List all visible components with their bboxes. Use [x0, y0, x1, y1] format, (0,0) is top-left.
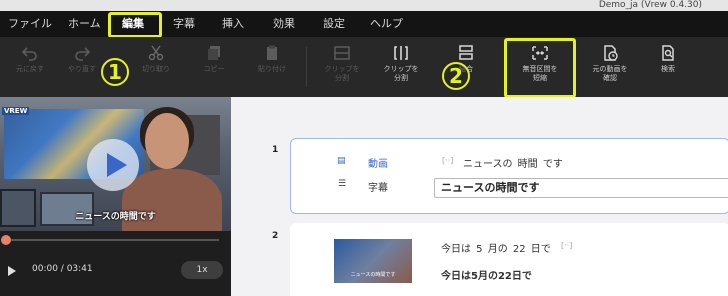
- clip-number: 2: [272, 231, 279, 241]
- seek-handle[interactable]: [1, 235, 11, 245]
- copy-icon: [208, 46, 220, 60]
- paste-label: 貼り付け: [258, 65, 286, 73]
- undo-label: 元に戻す: [16, 65, 44, 73]
- title-bar: Demo_ja (Vrew 0.4.30): [0, 0, 728, 11]
- redo-icon: [75, 47, 91, 61]
- playback-speed-button[interactable]: 1x: [181, 261, 223, 279]
- menu-help[interactable]: ヘルプ: [370, 11, 403, 37]
- play-overlay-button[interactable]: [87, 139, 139, 191]
- callout-one: 1: [101, 58, 129, 86]
- search-label: 検索: [661, 65, 675, 73]
- silence-marker[interactable]: [··]: [442, 156, 453, 165]
- text-lines-icon: ☰: [338, 179, 347, 189]
- clip-list: 1 ▤ 動画 [··] ニュースの 時間 です ☰ 字幕 ニュースの時間です 2…: [231, 97, 728, 296]
- split-clip-label: クリップを 分割: [383, 65, 419, 82]
- merge-icon: [459, 45, 473, 60]
- player-panel: VREW ニュースの時間です 00:00 / 03:41 1x: [0, 97, 231, 296]
- cut-button[interactable]: 切り取り: [126, 44, 186, 74]
- edit-menu-highlight: [108, 12, 162, 38]
- toolbar-divider: [306, 47, 307, 87]
- vrew-watermark: VREW: [2, 107, 30, 115]
- clip-thumbnail[interactable]: ニュースの時間です: [334, 239, 412, 283]
- callout-two: 2: [442, 62, 470, 90]
- split-icon: [334, 46, 350, 60]
- window-title: Demo_ja (Vrew 0.4.30): [598, 0, 702, 10]
- clip-card[interactable]: ニュースの時間です 今日は 5 月の 22 日で [··] 今日は5月の22日で: [290, 223, 728, 296]
- split-clip-disabled-button[interactable]: クリップを 分割: [312, 44, 372, 83]
- video-preview[interactable]: VREW ニュースの時間です: [0, 97, 231, 231]
- cut-label: 切り取り: [142, 65, 170, 73]
- paste-icon: [267, 45, 277, 60]
- subtitle-row-label: 字幕: [368, 183, 388, 194]
- film-icon: ▤: [337, 156, 346, 166]
- clip-words[interactable]: 今日は 5 月の 22 日で: [441, 240, 551, 255]
- clip-words[interactable]: ニュースの 時間 です: [463, 155, 563, 170]
- timecode: 00:00 / 03:41: [32, 264, 93, 274]
- scissors-icon: [148, 45, 164, 61]
- menu-effects[interactable]: 効果: [273, 11, 295, 37]
- search-icon: [662, 45, 674, 61]
- video-row-label: 動画: [368, 159, 388, 170]
- seek-bar[interactable]: [6, 239, 219, 241]
- play-icon[interactable]: [8, 266, 16, 276]
- paste-button[interactable]: 貼り付け: [242, 44, 302, 74]
- menu-home[interactable]: ホーム: [68, 11, 101, 37]
- original-video-label: 元の動画を 確認: [592, 65, 628, 82]
- clip-card[interactable]: ▤ 動画 [··] ニュースの 時間 です ☰ 字幕 ニュースの時間です: [290, 138, 728, 214]
- video-subtitle: ニュースの時間です: [75, 212, 156, 222]
- subtitle-input[interactable]: ニュースの時間です: [434, 178, 728, 198]
- silence-marker[interactable]: [··]: [561, 241, 572, 250]
- play-icon: [107, 153, 127, 177]
- copy-label: コピー: [203, 65, 225, 73]
- split-clip-disabled-label: クリップを 分割: [324, 65, 360, 82]
- undo-icon: [21, 47, 37, 61]
- trim-silence-highlight: [504, 38, 576, 98]
- clip-number: 1: [272, 145, 279, 155]
- undo-button[interactable]: 元に戻す: [0, 44, 60, 74]
- document-clock-icon: [604, 45, 618, 61]
- search-button[interactable]: 検索: [638, 44, 698, 74]
- menu-subtitle[interactable]: 字幕: [173, 11, 195, 37]
- split-clip-button[interactable]: クリップを 分割: [371, 44, 431, 83]
- thumbnail-subtitle: ニュースの時間です: [350, 272, 396, 278]
- menu-insert[interactable]: 挿入: [222, 11, 244, 37]
- original-video-button[interactable]: 元の動画を 確認: [580, 44, 640, 83]
- subtitle-text[interactable]: 今日は5月の22日で: [441, 267, 532, 282]
- copy-button[interactable]: コピー: [184, 44, 244, 74]
- menu-settings[interactable]: 設定: [323, 11, 345, 37]
- split-clip-icon: [394, 46, 408, 60]
- presenter-image: [145, 113, 189, 169]
- menu-file[interactable]: ファイル: [8, 11, 52, 37]
